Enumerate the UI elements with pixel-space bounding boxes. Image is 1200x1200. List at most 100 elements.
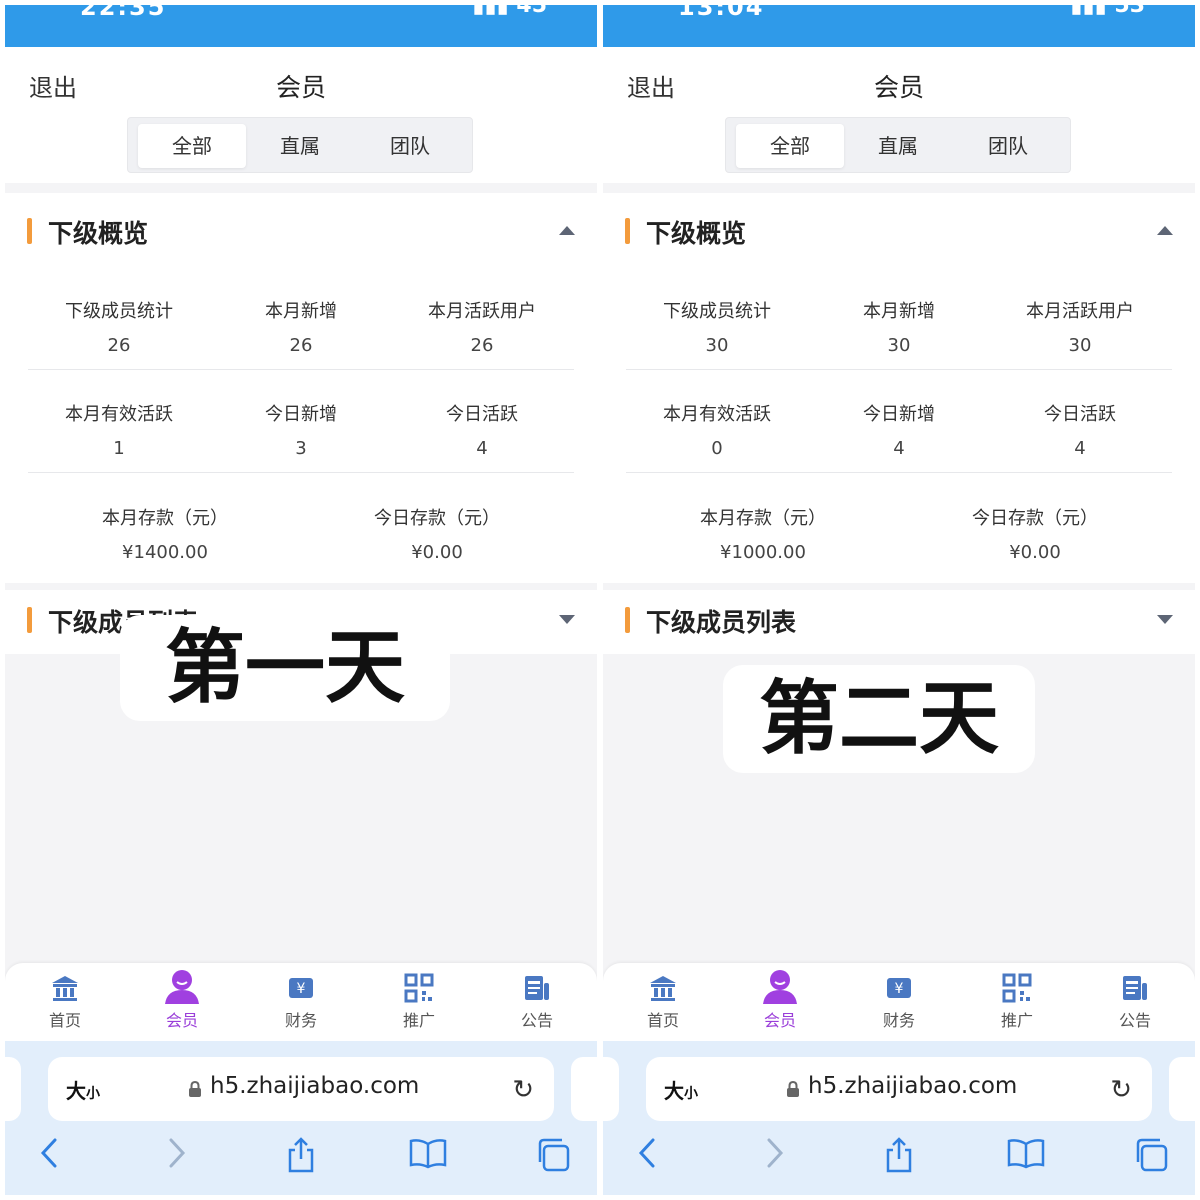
forward-arrow-icon[interactable] [765,1137,785,1177]
stat-value: ¥0.00 [1009,542,1061,563]
tab-member[interactable]: 会员 [740,970,820,1031]
segmented-control: 全部 直属 团队 [725,117,1071,173]
stat-today-new: 今日新增 4 [799,400,999,459]
money-icon: ¥ [286,973,316,1003]
segment-team[interactable]: 团队 [954,124,1062,168]
stat-label: 今日新增 [863,404,935,425]
status-time: 13:04 [678,5,765,21]
reload-icon[interactable]: ↻ [512,1075,534,1105]
stat-label: 本月新增 [265,301,337,322]
prev-tab-preview[interactable] [603,1057,619,1121]
tab-finance[interactable]: ¥ 财务 [859,973,939,1031]
stat-value: 4 [476,438,488,459]
collapse-arrow-icon[interactable] [1157,226,1173,235]
overview-title: 下级概览 [646,219,747,248]
segment-all[interactable]: 全部 [736,124,844,168]
share-icon[interactable] [285,1137,317,1181]
stat-value: 4 [1074,438,1086,459]
overview-header[interactable]: 下级概览 [5,210,597,250]
text-size-button[interactable]: 大小 [66,1075,100,1104]
url-text: h5.zhaijiabao.com [808,1073,1018,1099]
segment-all[interactable]: 全部 [138,124,246,168]
tab-promote[interactable]: 推广 [977,973,1057,1031]
section-accent-bar [625,607,630,633]
page-title-text: 会员 [275,73,326,102]
reload-icon[interactable]: ↻ [1110,1075,1132,1105]
stat-value: 30 [887,335,911,356]
back-arrow-icon[interactable] [637,1137,657,1177]
tab-label: 会员 [763,1011,796,1030]
day-label-overlay: 第二天 [723,665,1035,773]
tab-label: 首页 [646,1011,679,1030]
address-bar[interactable]: 大小 h5.zhaijiabao.com ↻ [48,1057,554,1121]
status-bar: 22:35 ▮▮▮ 45 [5,5,597,47]
address-bar[interactable]: 大小 h5.zhaijiabao.com ↻ [646,1057,1152,1121]
money-icon: ¥ [884,973,914,1003]
next-tab-preview[interactable] [571,1057,597,1121]
tabs-icon[interactable] [1133,1137,1169,1181]
tab-label: 推广 [1000,1011,1033,1030]
stat-label: 下级成员统计 [65,301,173,322]
prev-tab-preview[interactable] [5,1057,21,1121]
segment-direct[interactable]: 直属 [246,124,354,168]
bookmarks-icon[interactable] [1006,1137,1046,1177]
member-list-header[interactable]: 下级成员列表 [603,599,1195,639]
stat-month-new: 本月新增 26 [201,297,401,356]
collapse-arrow-icon[interactable] [559,226,575,235]
section-accent-bar [27,607,32,633]
tab-finance[interactable]: ¥ 财务 [261,973,341,1031]
share-icon[interactable] [883,1137,915,1181]
stat-today-active: 今日活跃 4 [980,400,1180,459]
size-small: 小 [86,1086,100,1102]
stat-label: 今日存款（元） [374,508,500,529]
size-small: 小 [684,1086,698,1102]
back-arrow-icon[interactable] [39,1137,59,1177]
expand-arrow-icon[interactable] [1157,615,1173,624]
status-indicators: ▮▮▮ 45 [472,5,547,18]
stat-month-deposit: 本月存款（元） ¥1000.00 [643,504,883,563]
tab-member[interactable]: 会员 [142,970,222,1031]
bank-icon [50,973,80,1003]
stat-label: 本月活跃用户 [1026,301,1134,322]
stat-label: 今日活跃 [1044,404,1116,425]
stat-month-effective-active: 本月有效活跃 1 [19,400,219,459]
stat-total-members: 下级成员统计 30 [617,297,817,356]
tab-promote[interactable]: 推广 [379,973,459,1031]
row-divider [28,472,574,473]
bank-icon [648,973,678,1003]
stat-month-effective-active: 本月有效活跃 0 [617,400,817,459]
forward-arrow-icon[interactable] [167,1137,187,1177]
bookmarks-icon[interactable] [408,1137,448,1177]
status-indicators: ▮▮▮ 53 [1070,5,1145,18]
stat-value: 4 [893,438,905,459]
stat-value: 3 [295,438,307,459]
tab-label: 公告 [520,1011,553,1030]
tab-home[interactable]: 首页 [25,973,105,1031]
next-tab-preview[interactable] [1169,1057,1195,1121]
segment-direct[interactable]: 直属 [844,124,952,168]
stat-today-new: 今日新增 3 [201,400,401,459]
stat-label: 今日新增 [265,404,337,425]
tab-label: 财务 [882,1011,915,1030]
expand-arrow-icon[interactable] [559,615,575,624]
status-bar: 13:04 ▮▮▮ 53 [603,5,1195,47]
stat-month-active: 本月活跃用户 26 [382,297,582,356]
qr-code-icon [404,973,434,1003]
tab-notice[interactable]: 公告 [497,973,577,1031]
text-size-button[interactable]: 大小 [664,1075,698,1104]
lock-icon [786,1080,800,1097]
row-divider [626,369,1172,370]
stat-value: 26 [107,335,131,356]
browser-toolbar: 大小 h5.zhaijiabao.com ↻ [5,1041,597,1195]
stat-value: ¥1400.00 [122,542,208,563]
segment-team[interactable]: 团队 [356,124,464,168]
overview-header[interactable]: 下级概览 [603,210,1195,250]
tab-label: 财务 [284,1011,317,1030]
tabs-icon[interactable] [535,1137,571,1181]
bottom-tab-bar: 首页 会员 ¥ 财务 推广 公告 [603,963,1195,1041]
stat-value: 30 [1068,335,1092,356]
tab-notice[interactable]: 公告 [1095,973,1175,1031]
tab-home[interactable]: 首页 [623,973,703,1031]
size-big: 大 [664,1079,684,1103]
overview-title: 下级概览 [48,219,149,248]
